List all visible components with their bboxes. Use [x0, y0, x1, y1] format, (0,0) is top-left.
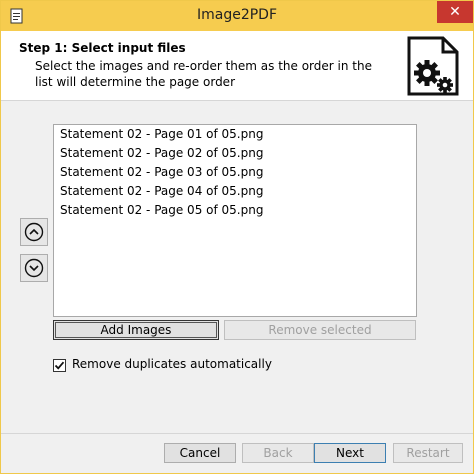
title-bar[interactable]: Image2PDF ✕	[1, 1, 473, 31]
remove-duplicates-label: Remove duplicates automatically	[72, 357, 272, 371]
list-item[interactable]: Statement 02 - Page 01 of 05.png	[54, 125, 416, 144]
cancel-button[interactable]: Cancel	[164, 443, 236, 463]
close-button[interactable]: ✕	[437, 1, 473, 23]
document-gears-icon	[407, 36, 459, 96]
window-title: Image2PDF	[196, 7, 278, 23]
chevron-down-circle-icon	[24, 258, 44, 278]
add-images-button[interactable]: Add Images	[53, 320, 219, 340]
remove-duplicates-checkbox[interactable]	[53, 359, 66, 372]
list-item[interactable]: Statement 02 - Page 03 of 05.png	[54, 163, 416, 182]
list-item[interactable]: Statement 02 - Page 02 of 05.png	[54, 144, 416, 163]
close-icon: ✕	[449, 4, 461, 20]
checkmark-icon	[54, 361, 65, 370]
wizard-footer: Cancel Back Next Restart	[1, 433, 473, 473]
step-description: Select the images and re-order them as t…	[35, 59, 372, 89]
restart-button[interactable]: Restart	[393, 443, 463, 463]
chevron-up-circle-icon	[24, 222, 44, 242]
step-title: Step 1: Select input files	[19, 41, 186, 55]
file-listbox[interactable]: Statement 02 - Page 01 of 05.png Stateme…	[53, 124, 417, 317]
move-down-button[interactable]	[20, 254, 48, 282]
app-window: Image2PDF ✕ Step 1: Select input files S…	[0, 0, 474, 474]
back-button[interactable]: Back	[242, 443, 314, 463]
move-up-button[interactable]	[20, 218, 48, 246]
next-button[interactable]: Next	[314, 443, 386, 463]
list-item[interactable]: Statement 02 - Page 05 of 05.png	[54, 201, 416, 220]
list-item[interactable]: Statement 02 - Page 04 of 05.png	[54, 182, 416, 201]
remove-selected-button[interactable]: Remove selected	[224, 320, 416, 340]
wizard-header: Step 1: Select input files Select the im…	[1, 31, 473, 101]
